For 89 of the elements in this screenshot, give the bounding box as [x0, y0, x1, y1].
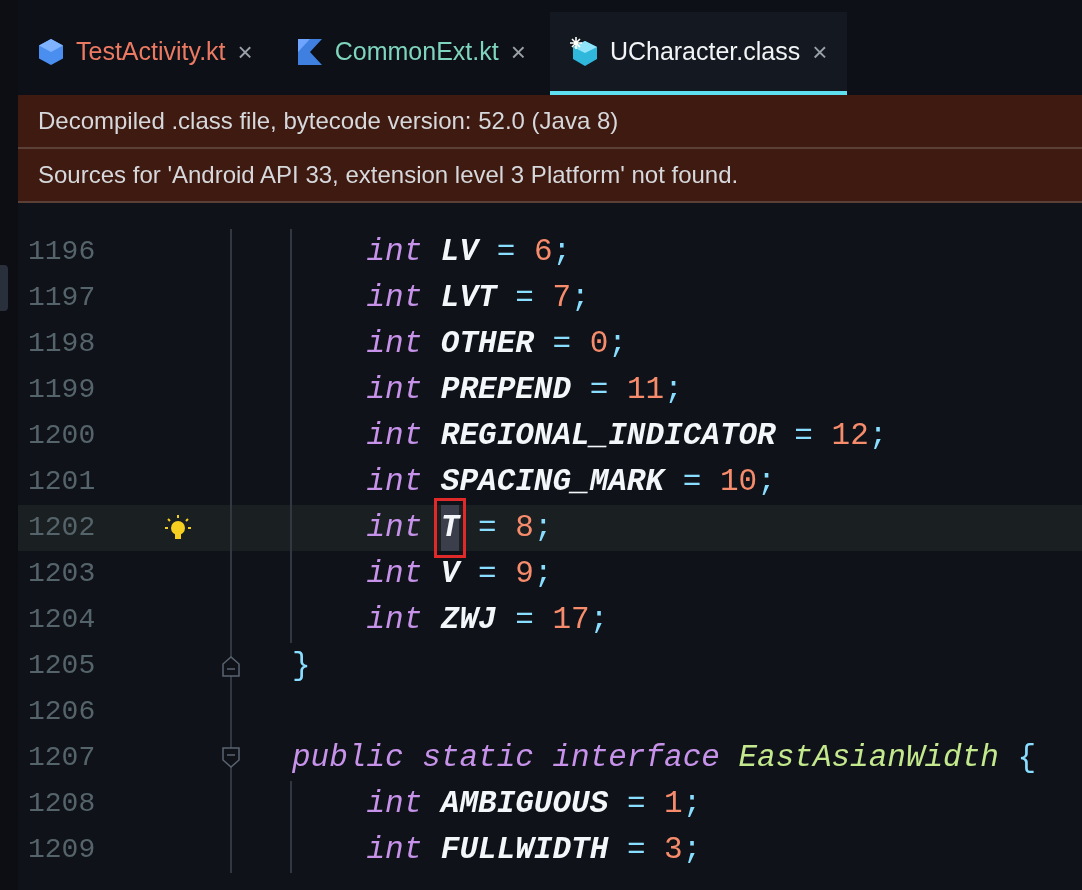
number-literal: 0 [589, 324, 609, 363]
editor-tab[interactable]: UCharacter.class × [549, 12, 848, 95]
scroll-marker [0, 265, 8, 311]
tab-title: TestActivity.kt [76, 35, 226, 67]
close-button[interactable]: × [812, 38, 828, 65]
punctuation-text: ; [868, 416, 888, 455]
line-number: 1208 [27, 787, 97, 821]
keyword-text: int [366, 508, 423, 547]
line-number: 1206 [27, 695, 97, 729]
number-literal: 8 [515, 508, 534, 547]
line-number: 1204 [27, 603, 97, 637]
line-number: 1207 [27, 741, 97, 775]
keyword-text: int [366, 232, 423, 271]
close-button[interactable]: × [237, 38, 253, 65]
line-number: 1202 [27, 511, 97, 545]
number-literal: 1 [664, 784, 683, 823]
operator-text: = [515, 600, 534, 639]
number-literal: 10 [719, 462, 758, 501]
type-name: EastAsianWidth [738, 738, 999, 777]
keyword-text: public static interface [292, 738, 720, 777]
punctuation-text: ; [608, 324, 627, 363]
line-number: 1196 [27, 235, 97, 269]
punctuation-text: ; [664, 370, 683, 409]
number-literal: 12 [831, 416, 869, 455]
punctuation-text: ; [589, 600, 609, 639]
operator-text: = [478, 554, 497, 593]
punctuation-text: ; [757, 462, 776, 501]
number-literal: 6 [533, 232, 553, 271]
keyword-text: int [366, 462, 423, 501]
line-number: 1209 [27, 833, 97, 867]
operator-text: = [589, 370, 609, 409]
operator-text: = [515, 278, 534, 317]
punctuation-text: ; [552, 232, 572, 271]
operator-text: = [552, 324, 572, 363]
punctuation-text: ; [533, 508, 553, 547]
constant-name: PREPEND [440, 370, 572, 409]
operator-text: = [794, 416, 813, 455]
keyword-text: int [366, 554, 423, 593]
number-literal: 3 [664, 830, 683, 869]
punctuation-text: ; [533, 554, 553, 593]
line-number: 1199 [27, 373, 97, 407]
constant-name: LV [440, 232, 479, 271]
constant-name: LVT [440, 278, 497, 317]
keyword-text: int [366, 370, 423, 409]
line-number: 1198 [27, 327, 97, 361]
constant-name: SPACING_MARK [440, 462, 665, 501]
tab-title: CommonExt.kt [334, 35, 499, 67]
constant-name: FULLWIDTH [440, 830, 609, 869]
line-number: 1197 [27, 281, 97, 315]
number-literal: 11 [626, 370, 665, 409]
close-button[interactable]: × [510, 38, 526, 65]
operator-text: = [626, 784, 646, 823]
brace-text: } [292, 646, 311, 685]
keyword-text: int [366, 416, 423, 455]
fold-marker-icon[interactable] [221, 654, 241, 678]
punctuation-text: ; [682, 830, 702, 869]
kotlin-logo-icon [296, 37, 323, 66]
constant-name: V [440, 554, 460, 593]
constant-name: OTHER [440, 324, 534, 363]
operator-text: = [496, 232, 516, 271]
operator-text: = [626, 830, 646, 869]
line-number: 1200 [27, 419, 97, 453]
line-number: 1201 [27, 465, 97, 499]
keyword-text: int [366, 324, 423, 363]
punctuation-text: ; [682, 784, 702, 823]
constant-name: REGIONAL_INDICATOR [440, 416, 776, 455]
keyword-text: int [366, 600, 423, 639]
constant-name: AMBIGUOUS [440, 784, 609, 823]
fold-marker-icon[interactable] [221, 746, 241, 770]
editor-tab[interactable]: TestActivity.kt × [18, 12, 273, 95]
banner-text: Decompiled .class file, bytecode version: 52.0 (Java 8) [38, 106, 619, 136]
brace-text: { [1017, 738, 1037, 777]
constant-name: ZWJ [440, 600, 497, 639]
banner-text: Sources for 'Android API 33, extension level 3 Platform' not found. [38, 160, 739, 190]
operator-text: = [478, 508, 497, 547]
operator-text: = [682, 462, 702, 501]
keyword-text: int [366, 830, 423, 869]
editor-tab[interactable]: CommonExt.kt × [276, 12, 546, 95]
line-number: 1203 [27, 557, 97, 591]
number-literal: 7 [552, 278, 572, 317]
cube-icon [569, 36, 598, 67]
number-literal: 17 [552, 600, 590, 639]
number-literal: 9 [515, 554, 534, 593]
keyword-text: int [366, 278, 423, 317]
keyword-text: int [366, 784, 423, 823]
tab-title: UCharacter.class [609, 35, 801, 67]
punctuation-text: ; [571, 278, 590, 317]
cube-icon [38, 37, 64, 66]
line-number: 1205 [27, 649, 97, 683]
